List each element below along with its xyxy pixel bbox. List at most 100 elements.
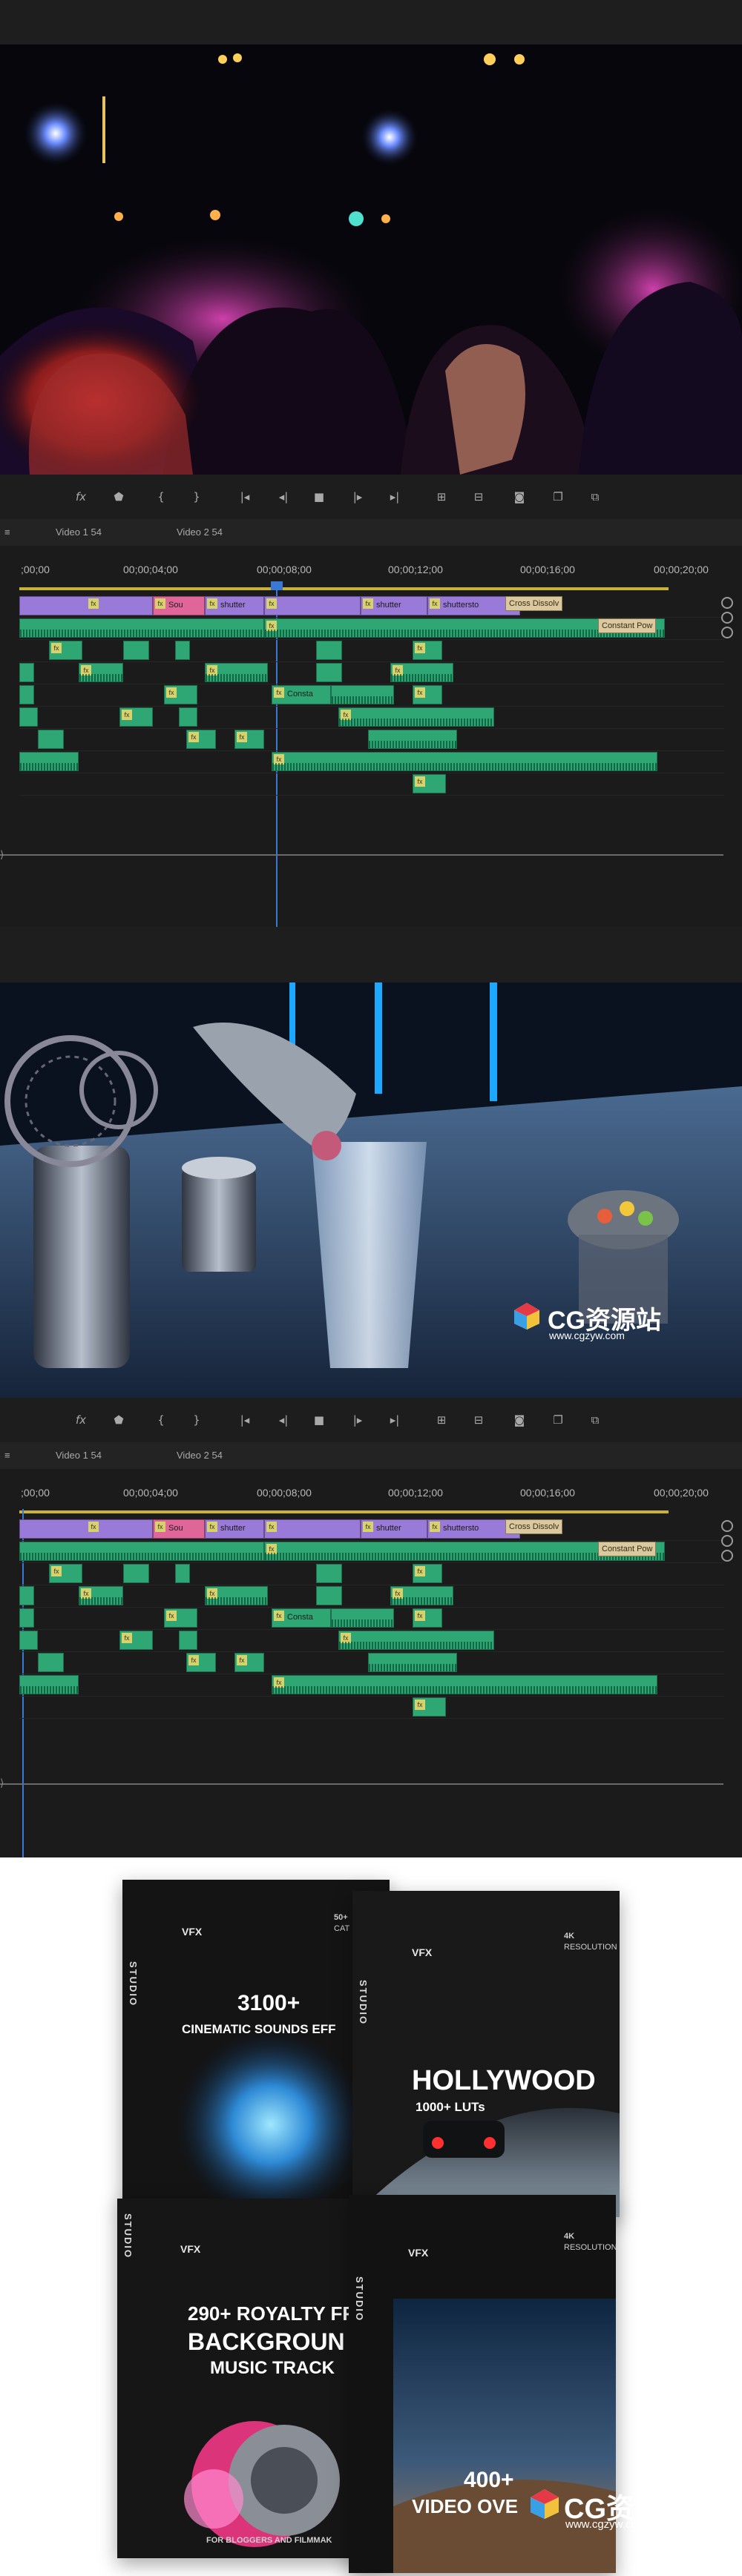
track-lock-icon[interactable] [721, 1535, 733, 1547]
audio-clip[interactable] [19, 1675, 79, 1694]
camera-icon[interactable]: ◙ [510, 488, 528, 506]
time-ruler[interactable]: ;00;00 00;00;04;00 00;00;08;00 00;00;12;… [19, 549, 724, 593]
video-clip-shutter-1[interactable]: fx shutter [205, 596, 264, 615]
video-clip-shutter-1[interactable]: fx shutter [205, 1519, 264, 1539]
audio-clip[interactable]: fx Consta [272, 1608, 331, 1628]
fx-icon[interactable]: fx [72, 1411, 90, 1429]
tab-video-1[interactable]: Video 1 54 [56, 526, 102, 538]
fx-icon[interactable]: fx [72, 488, 90, 506]
audio-clip[interactable] [19, 618, 264, 638]
step-back-icon[interactable]: ◂| [275, 1411, 292, 1429]
audio-clip[interactable]: fx [119, 1631, 153, 1650]
audio-clip[interactable]: fx Consta [272, 685, 331, 704]
step-forward-icon[interactable]: |▸ [349, 1411, 367, 1429]
cross-dissolve-transition[interactable]: Cross Dissolv [505, 596, 563, 611]
audio-clip[interactable] [38, 1653, 64, 1672]
video-clip-shutter-2[interactable]: fx shutter [361, 1519, 427, 1539]
audio-clip[interactable] [316, 1564, 342, 1583]
audio-clip[interactable]: fx [79, 1586, 123, 1605]
audio-clip[interactable]: fx [413, 685, 442, 704]
step-forward-icon[interactable]: |▸ [349, 488, 367, 506]
audio-clip[interactable] [123, 1564, 149, 1583]
audio-clip[interactable] [316, 1586, 342, 1605]
audio-clip[interactable]: fx [119, 707, 153, 727]
audio-clip[interactable]: fx [413, 1608, 442, 1628]
audio-clip[interactable] [331, 1608, 394, 1628]
video-clip-sou[interactable]: fx Sou [153, 1519, 205, 1539]
audio-clip[interactable] [316, 663, 342, 682]
tab-video-1[interactable]: Video 1 54 [56, 1450, 102, 1461]
track-lock-icon[interactable] [721, 1550, 733, 1562]
track-lock-icon[interactable] [721, 1520, 733, 1532]
video-clip-shutter-2[interactable]: fx shutter [361, 596, 427, 615]
audio-clip[interactable] [316, 641, 342, 660]
audio-clip[interactable] [175, 1564, 190, 1583]
constant-power-transition[interactable]: Constant Pow [598, 618, 657, 633]
audio-clip[interactable] [368, 1653, 457, 1672]
scroll-handle-icon[interactable]: ⟩ [0, 849, 4, 861]
multicam-icon[interactable]: ⧉ [586, 488, 604, 506]
insert-icon[interactable]: ⊞ [433, 488, 450, 506]
marker-icon[interactable]: ⬟ [110, 1411, 128, 1429]
stop-icon[interactable]: ■ [310, 488, 328, 506]
audio-clip[interactable]: fx [164, 1608, 197, 1628]
audio-clip[interactable] [38, 730, 64, 749]
audio-clip[interactable]: fx [205, 1586, 268, 1605]
mark-in-icon[interactable]: { [152, 488, 170, 506]
audio-clip[interactable]: fx [413, 641, 442, 660]
audio-clip[interactable]: fx [186, 730, 216, 749]
audio-clip[interactable] [331, 685, 394, 704]
work-area-bar[interactable] [19, 587, 669, 590]
audio-clip[interactable]: fx [49, 1564, 82, 1583]
audio-clip[interactable] [368, 730, 457, 749]
track-lock-icon[interactable] [721, 627, 733, 638]
go-to-in-icon[interactable]: |◂ [236, 1411, 254, 1429]
menu-icon[interactable]: ≡ [4, 1450, 10, 1461]
audio-clip[interactable] [19, 663, 34, 682]
mark-out-icon[interactable]: } [188, 1411, 206, 1429]
audio-clip[interactable] [19, 1542, 264, 1561]
compare-icon[interactable]: ❐ [549, 1411, 567, 1429]
constant-power-transition[interactable]: Constant Pow [598, 1542, 657, 1556]
audio-clip[interactable] [19, 1608, 34, 1628]
audio-clip[interactable]: fx [413, 774, 446, 793]
track-lock-icon[interactable] [721, 612, 733, 624]
audio-clip[interactable] [179, 707, 197, 727]
audio-clip[interactable]: fx [272, 752, 657, 771]
track-divider[interactable] [0, 1783, 723, 1785]
playhead-handle[interactable] [271, 581, 283, 590]
track-lock-icon[interactable] [721, 597, 733, 609]
video-clip[interactable]: fx [264, 1519, 361, 1539]
audio-clip[interactable]: fx [338, 707, 494, 727]
audio-clip[interactable]: fx [413, 1564, 442, 1583]
multicam-icon[interactable]: ⧉ [586, 1411, 604, 1429]
video-clip[interactable]: fx [19, 1519, 153, 1539]
scroll-handle-icon[interactable]: ⟩ [0, 1777, 4, 1789]
overwrite-icon[interactable]: ⊟ [470, 1411, 487, 1429]
go-to-out-icon[interactable]: ▸| [386, 488, 404, 506]
audio-clip[interactable] [19, 752, 79, 771]
audio-clip[interactable]: fx [186, 1653, 216, 1672]
insert-icon[interactable]: ⊞ [433, 1411, 450, 1429]
audio-clip[interactable]: fx [390, 663, 453, 682]
video-clip[interactable]: fx [264, 596, 361, 615]
audio-clip[interactable]: fx [234, 730, 264, 749]
audio-clip[interactable] [19, 707, 38, 727]
audio-clip[interactable] [19, 1631, 38, 1650]
audio-clip[interactable] [179, 1631, 197, 1650]
audio-clip[interactable]: fx [272, 1675, 657, 1694]
audio-clip[interactable] [123, 641, 149, 660]
work-area-bar[interactable] [19, 1510, 669, 1513]
tab-video-2[interactable]: Video 2 54 [177, 1450, 223, 1461]
audio-clip[interactable]: fx [164, 685, 197, 704]
audio-clip[interactable] [175, 641, 190, 660]
track-divider[interactable] [0, 854, 723, 856]
video-clip[interactable]: fx [19, 596, 153, 615]
audio-clip[interactable]: fx [49, 641, 82, 660]
mark-out-icon[interactable]: } [188, 488, 206, 506]
camera-icon[interactable]: ◙ [510, 1411, 528, 1429]
stop-icon[interactable]: ■ [310, 1411, 328, 1429]
compare-icon[interactable]: ❐ [549, 488, 567, 506]
marker-icon[interactable]: ⬟ [110, 488, 128, 506]
go-to-in-icon[interactable]: |◂ [236, 488, 254, 506]
